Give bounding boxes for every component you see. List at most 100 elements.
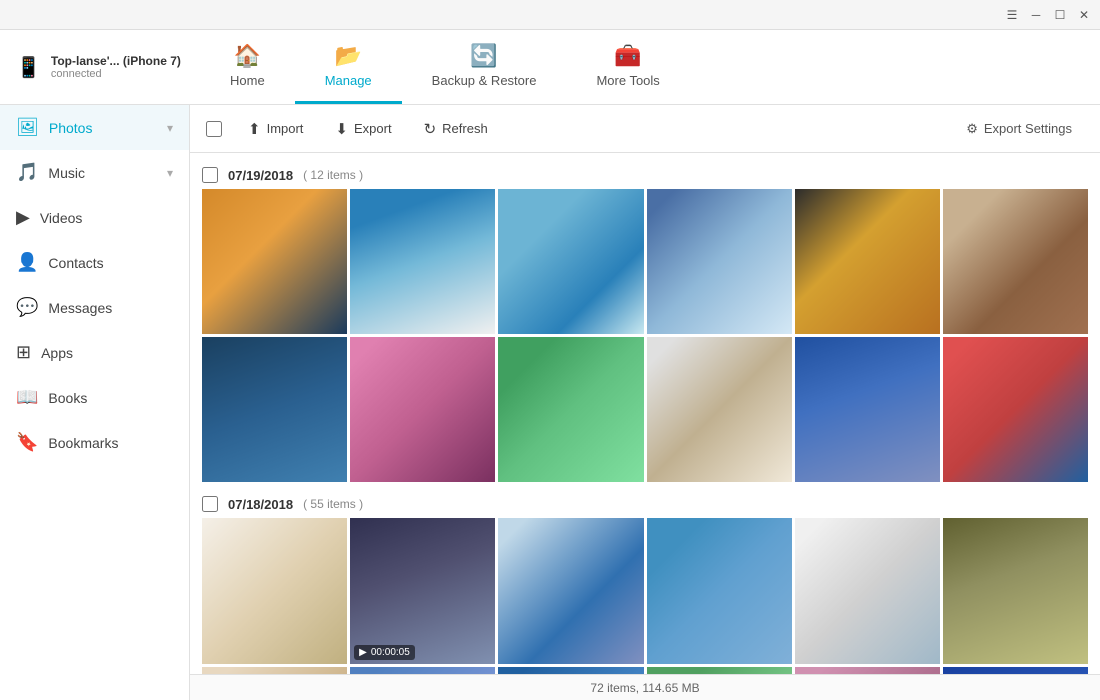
sidebar-item-apps[interactable]: ⊞ Apps <box>0 330 189 375</box>
tab-backup-label: Backup & Restore <box>432 73 537 88</box>
gear-icon: ⚙ <box>966 121 978 137</box>
tab-manage[interactable]: 📂 Manage <box>295 30 402 104</box>
photo-cell[interactable] <box>943 189 1088 334</box>
manage-icon: 📂 <box>334 43 361 69</box>
photo-cell[interactable] <box>795 518 940 663</box>
photo-area: 07/19/2018 ( 12 items ) <box>190 153 1100 674</box>
date-checkbox-1[interactable] <box>202 167 218 183</box>
statusbar: 72 items, 114.65 MB <box>190 674 1100 700</box>
device-info: 📱 Top-lanse'... (iPhone 7) connected <box>0 54 200 80</box>
photo-cell[interactable] <box>795 667 940 674</box>
export-settings-label: Export Settings <box>984 121 1072 136</box>
photo-cell[interactable] <box>943 667 1088 674</box>
sidebar-item-music[interactable]: 🎵 Music ▾ <box>0 150 189 195</box>
date-header-2: 07/18/2018 ( 55 items ) <box>198 490 1092 518</box>
videos-icon: ▶ <box>16 207 30 228</box>
date-checkbox-2[interactable] <box>202 496 218 512</box>
photo-cell[interactable] <box>350 189 495 334</box>
titlebar: ☰ ─ ☐ ✕ <box>0 0 1100 30</box>
import-icon: ⬆ <box>248 120 261 138</box>
photo-cell[interactable] <box>943 518 1088 663</box>
date-label-2: 07/18/2018 <box>228 497 293 512</box>
window-controls: ☰ ─ ☐ ✕ <box>1004 7 1092 23</box>
sidebar-item-books[interactable]: 📖 Books <box>0 375 189 420</box>
photo-cell[interactable] <box>647 518 792 663</box>
date-group-1: 07/19/2018 ( 12 items ) <box>198 161 1092 482</box>
photo-cell[interactable] <box>498 667 643 674</box>
tab-home-label: Home <box>230 73 265 88</box>
photo-cell[interactable] <box>647 189 792 334</box>
import-label: Import <box>267 121 304 136</box>
menu-button[interactable]: ☰ <box>1004 7 1020 23</box>
export-settings-button[interactable]: ⚙ Export Settings <box>954 115 1084 143</box>
contacts-icon: 👤 <box>16 252 38 273</box>
home-icon: 🏠 <box>234 43 261 69</box>
sidebar-messages-label: Messages <box>48 300 173 316</box>
photo-cell[interactable] <box>647 337 792 482</box>
video-play-icon: ▶ <box>359 647 367 658</box>
status-text: 72 items, 114.65 MB <box>590 681 699 695</box>
sidebar-music-label: Music <box>48 165 157 181</box>
photo-cell[interactable] <box>202 667 347 674</box>
tab-manage-label: Manage <box>325 73 372 88</box>
sidebar-item-videos[interactable]: ▶ Videos <box>0 195 189 240</box>
music-icon: 🎵 <box>16 162 38 183</box>
select-all-checkbox[interactable] <box>206 121 222 137</box>
sidebar-bookmarks-label: Bookmarks <box>48 435 173 451</box>
photos-icon: 🖼 <box>16 117 39 138</box>
date-count-1: ( 12 items ) <box>303 168 363 182</box>
import-button[interactable]: ⬆ Import <box>234 114 317 144</box>
sidebar-item-photos[interactable]: 🖼 Photos ▾ <box>0 105 189 150</box>
date-count-2: ( 55 items ) <box>303 497 363 511</box>
close-button[interactable]: ✕ <box>1076 7 1092 23</box>
refresh-icon: ↻ <box>424 120 437 138</box>
photo-cell[interactable]: ▶ 00:00:05 <box>350 518 495 663</box>
photo-cell[interactable] <box>795 189 940 334</box>
sidebar-apps-label: Apps <box>41 345 173 361</box>
photo-cell[interactable] <box>350 337 495 482</box>
photo-cell[interactable] <box>943 337 1088 482</box>
sidebar-videos-label: Videos <box>40 210 173 226</box>
toolbar: ⬆ Import ⬇ Export ↻ Refresh ⚙ Export Set… <box>190 105 1100 153</box>
export-icon: ⬇ <box>335 120 348 138</box>
tab-tools-label: More Tools <box>596 73 659 88</box>
messages-icon: 💬 <box>16 297 38 318</box>
device-status: connected <box>51 68 181 80</box>
tab-backup[interactable]: 🔄 Backup & Restore <box>402 30 567 104</box>
photo-cell[interactable] <box>795 337 940 482</box>
video-duration: 00:00:05 <box>371 647 410 658</box>
nav-tabs: 🏠 Home 📂 Manage 🔄 Backup & Restore 🧰 Mor… <box>200 30 1100 104</box>
main-layout: 🖼 Photos ▾ 🎵 Music ▾ ▶ Videos 👤 Contacts… <box>0 105 1100 700</box>
photo-grid-1 <box>198 189 1092 482</box>
chevron-down-icon: ▾ <box>167 121 173 135</box>
photo-cell[interactable] <box>202 518 347 663</box>
device-name: Top-lanse'... (iPhone 7) <box>51 54 181 68</box>
photo-cell[interactable] <box>498 337 643 482</box>
export-button[interactable]: ⬇ Export <box>321 114 405 144</box>
sidebar: 🖼 Photos ▾ 🎵 Music ▾ ▶ Videos 👤 Contacts… <box>0 105 190 700</box>
maximize-button[interactable]: ☐ <box>1052 7 1068 23</box>
sidebar-item-bookmarks[interactable]: 🔖 Bookmarks <box>0 420 189 465</box>
photo-cell[interactable] <box>647 667 792 674</box>
apps-icon: ⊞ <box>16 342 31 363</box>
sidebar-contacts-label: Contacts <box>48 255 173 271</box>
photo-cell[interactable] <box>498 189 643 334</box>
date-header-1: 07/19/2018 ( 12 items ) <box>198 161 1092 189</box>
photo-cell[interactable] <box>202 189 347 334</box>
photo-cell[interactable] <box>202 337 347 482</box>
backup-icon: 🔄 <box>470 43 497 69</box>
refresh-label: Refresh <box>442 121 488 136</box>
device-text: Top-lanse'... (iPhone 7) connected <box>51 54 181 80</box>
photo-cell[interactable] <box>350 667 495 674</box>
sidebar-item-messages[interactable]: 💬 Messages <box>0 285 189 330</box>
minimize-button[interactable]: ─ <box>1028 7 1044 23</box>
bookmarks-icon: 🔖 <box>16 432 38 453</box>
refresh-button[interactable]: ↻ Refresh <box>410 114 502 144</box>
sidebar-item-contacts[interactable]: 👤 Contacts <box>0 240 189 285</box>
device-icon: 📱 <box>16 55 41 80</box>
content-area: ⬆ Import ⬇ Export ↻ Refresh ⚙ Export Set… <box>190 105 1100 700</box>
tab-tools[interactable]: 🧰 More Tools <box>566 30 689 104</box>
photo-cell[interactable] <box>498 518 643 663</box>
tools-icon: 🧰 <box>614 43 641 69</box>
tab-home[interactable]: 🏠 Home <box>200 30 295 104</box>
